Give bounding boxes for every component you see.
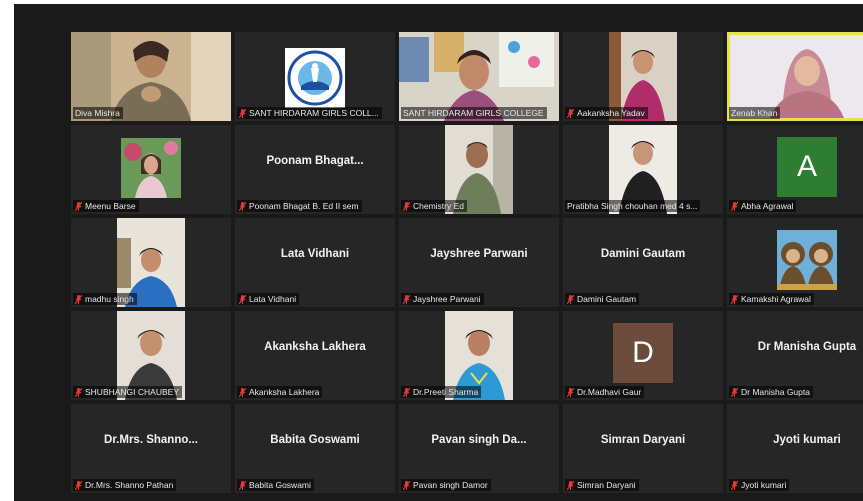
participant-display-name: Simran Daryani	[600, 434, 686, 446]
mic-muted-icon	[403, 294, 410, 304]
participant-name-label: Meenu Barse	[73, 200, 139, 212]
participant-name-label: SANT HIRDARAM GIRLS COLL...	[237, 107, 382, 119]
participant-tile[interactable]: Pavan singh Da... Pavan singh Damor	[399, 404, 559, 493]
mic-muted-icon	[239, 387, 246, 397]
participant-profile-picture	[777, 230, 837, 290]
college-logo-image	[285, 48, 345, 108]
participant-tile[interactable]: Meenu Barse	[71, 125, 231, 214]
gallery-grid: Diva Mishra SANT HIRDARAM GIRLS COLL...	[71, 32, 863, 493]
participant-name-label: Damini Gautam	[565, 293, 640, 305]
participant-display-name: Babita Goswami	[270, 434, 360, 446]
mic-muted-icon	[239, 294, 246, 304]
mic-muted-icon	[75, 294, 82, 304]
mic-muted-icon	[239, 480, 246, 490]
mic-muted-icon	[75, 480, 82, 490]
mic-muted-icon	[731, 480, 738, 490]
mic-muted-icon	[403, 480, 410, 490]
participant-video	[730, 35, 863, 118]
mic-muted-icon	[567, 387, 574, 397]
mic-muted-icon	[239, 201, 246, 211]
participant-name-label: Lata Vidhani	[237, 293, 300, 305]
avatar-initial: D	[632, 336, 654, 369]
participant-display-name: Akanksha Lakhera	[264, 341, 366, 353]
participant-tile[interactable]: Aakanksha Yadav	[563, 32, 723, 121]
participant-name-label: Babita Goswami	[237, 479, 314, 491]
participant-tile[interactable]: madhu singh	[71, 218, 231, 307]
participant-name-label: Akanksha Lakhera	[237, 386, 323, 398]
mic-muted-icon	[75, 201, 82, 211]
participant-name-label: Poonam Bhagat B. Ed II sem	[237, 200, 362, 212]
participant-name-label: Jayshree Parwani	[401, 293, 484, 305]
participant-display-name: Pavan singh Da...	[431, 434, 527, 446]
mic-muted-icon	[567, 480, 574, 490]
participant-tile[interactable]: Pratibha Singh chouhan med 4 s...	[563, 125, 723, 214]
participant-tile[interactable]: SANT HIRDARAM GIRLS COLL...	[235, 32, 395, 121]
participant-display-name: Poonam Bhagat...	[266, 155, 364, 167]
participant-display-name: Jyoti kumari	[773, 434, 841, 446]
participant-tile[interactable]: Babita Goswami Babita Goswami	[235, 404, 395, 493]
participant-initial-avatar: D	[613, 323, 673, 383]
participant-tile[interactable]: Dr Manisha Gupta Dr Manisha Gupta	[727, 311, 863, 400]
video-gallery-window: Diva Mishra SANT HIRDARAM GIRLS COLL...	[14, 4, 863, 501]
participant-name-label: Zenab Khan	[729, 107, 781, 119]
participant-tile[interactable]: Akanksha Lakhera Akanksha Lakhera	[235, 311, 395, 400]
participant-name-label: Dr.Preeti Sharma	[401, 386, 482, 398]
participant-profile-picture	[121, 138, 181, 198]
participant-tile[interactable]: D Dr.Madhavi Gaur	[563, 311, 723, 400]
mic-muted-icon	[403, 387, 410, 397]
participant-tile[interactable]: Simran Daryani Simran Daryani	[563, 404, 723, 493]
mic-muted-icon	[567, 294, 574, 304]
participant-name-label: Dr Manisha Gupta	[729, 386, 813, 398]
participant-display-name: Dr.Mrs. Shanno...	[104, 434, 198, 446]
mic-muted-icon	[75, 387, 82, 397]
participant-name-label: Chemistry Ed	[401, 200, 468, 212]
participant-tile[interactable]: Poonam Bhagat... Poonam Bhagat B. Ed II …	[235, 125, 395, 214]
participant-initial-avatar: A	[777, 137, 837, 197]
participant-tile[interactable]: Jayshree Parwani Jayshree Parwani	[399, 218, 559, 307]
participant-tile[interactable]: SHUBHANGI CHAUBEY	[71, 311, 231, 400]
participant-tile[interactable]: Kamakshi Agrawal	[727, 218, 863, 307]
participant-display-name: Damini Gautam	[600, 248, 686, 260]
participant-name-label: Abha Agrawal	[729, 200, 797, 212]
participant-tile[interactable]: Lata Vidhani Lata Vidhani	[235, 218, 395, 307]
participant-tile[interactable]: Damini Gautam Damini Gautam	[563, 218, 723, 307]
participant-name-label: Dr.Mrs. Shanno Pathan	[73, 479, 177, 491]
participant-name-label: SANT HIRDARAM GIRLS COLLEGE	[401, 107, 547, 119]
mic-muted-icon	[731, 387, 738, 397]
participant-display-name: Dr Manisha Gupta	[757, 341, 857, 353]
participant-tile[interactable]: Dr.Mrs. Shanno... Dr.Mrs. Shanno Pathan	[71, 404, 231, 493]
participant-tile[interactable]: SANT HIRDARAM GIRLS COLLEGE	[399, 32, 559, 121]
participant-tile[interactable]: Diva Mishra	[71, 32, 231, 121]
participant-name-label: Aakanksha Yadav	[565, 107, 648, 119]
participant-name-label: Pratibha Singh chouhan med 4 s...	[565, 200, 701, 212]
mic-muted-icon	[731, 201, 738, 211]
mic-muted-icon	[239, 108, 246, 118]
participant-name-label: Jyoti kumari	[729, 479, 790, 491]
avatar-initial: A	[796, 150, 817, 183]
participant-display-name: Lata Vidhani	[280, 248, 350, 260]
participant-tile[interactable]: Jyoti kumari Jyoti kumari	[727, 404, 863, 493]
mic-muted-icon	[731, 294, 738, 304]
participant-name-label: Pavan singh Damor	[401, 479, 491, 491]
participant-name-label: madhu singh	[73, 293, 137, 305]
participant-name-label: Dr.Madhavi Gaur	[565, 386, 645, 398]
participant-name-label: Diva Mishra	[73, 107, 123, 119]
participant-name-label: Kamakshi Agrawal	[729, 293, 814, 305]
participant-tile-active-speaker[interactable]: Zenab Khan	[727, 32, 863, 121]
participant-display-name: Jayshree Parwani	[430, 248, 528, 260]
mic-muted-icon	[403, 201, 410, 211]
participant-name-label: SHUBHANGI CHAUBEY	[73, 386, 182, 398]
participant-name-label: Simran Daryani	[565, 479, 639, 491]
mic-muted-icon	[567, 108, 574, 118]
participant-tile[interactable]: Dr.Preeti Sharma	[399, 311, 559, 400]
participant-tile[interactable]: A Abha Agrawal	[727, 125, 863, 214]
participant-tile[interactable]: Chemistry Ed	[399, 125, 559, 214]
